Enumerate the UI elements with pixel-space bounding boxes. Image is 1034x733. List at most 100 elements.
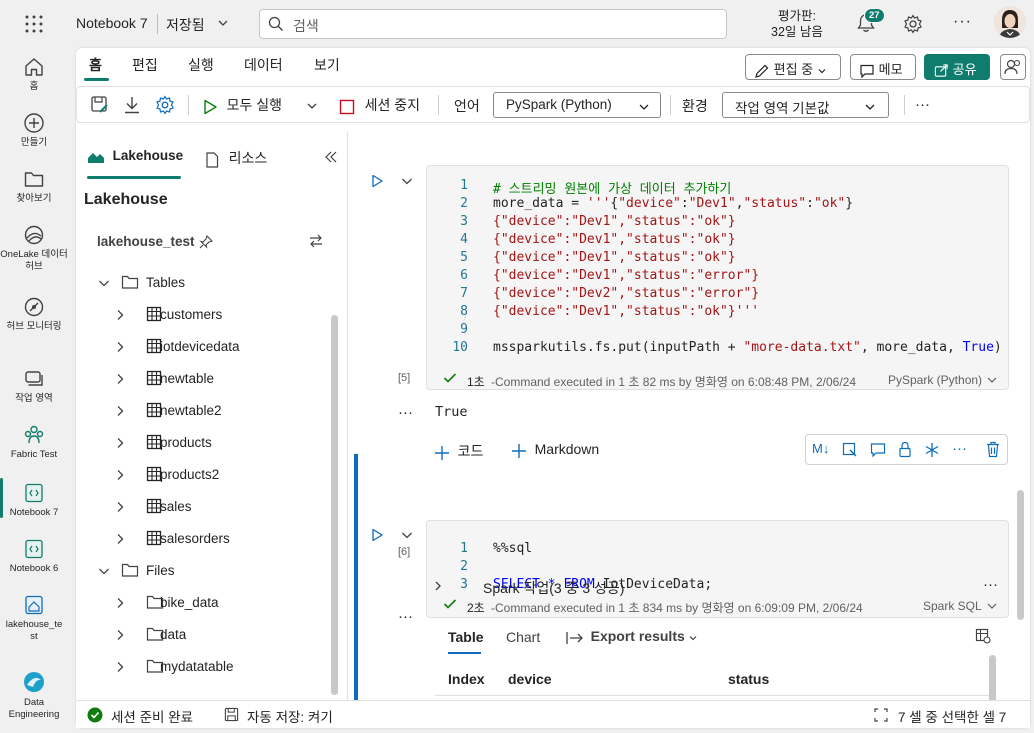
settings-gear-icon[interactable] — [155, 95, 175, 115]
markdown-toggle-icon[interactable]: M↓ — [812, 441, 829, 456]
tree-table-item[interactable]: customers — [76, 304, 326, 326]
add-markdown-cell-button[interactable]: Markdown — [511, 441, 599, 459]
delete-icon[interactable] — [986, 441, 1000, 458]
cell-language[interactable]: PySpark (Python) — [888, 373, 982, 387]
tab-view[interactable]: 보기 — [314, 55, 340, 75]
notebook-title[interactable]: Notebook 7 — [76, 15, 148, 31]
search-box[interactable]: 검색 — [259, 9, 727, 39]
more-options-icon[interactable]: ··· — [983, 576, 998, 593]
saved-status[interactable]: 저장됨 — [166, 15, 205, 35]
output-more-icon[interactable]: ··· — [398, 608, 413, 625]
autosave-status[interactable]: 자동 저장: 켜기 — [247, 706, 333, 726]
tree-folder-label: Files — [146, 563, 175, 578]
rail-item-notebook-7[interactable]: Notebook 7 — [0, 482, 68, 519]
export-results-button[interactable]: Export results — [566, 628, 698, 645]
chevron-down-icon[interactable] — [400, 528, 414, 542]
more-options-icon[interactable]: ··· — [915, 96, 930, 113]
download-icon[interactable] — [122, 95, 142, 115]
output-more-icon[interactable]: ··· — [398, 404, 413, 421]
rail-item-label: Notebook 6 — [9, 563, 59, 574]
code-cell-1[interactable]: 1 # 스트리밍 원본에 가상 데이터 추가하기 2 more_data = '''{… — [426, 165, 1009, 390]
tab-edit[interactable]: 편집 — [132, 55, 158, 75]
more-options-icon[interactable]: ··· — [953, 13, 972, 31]
more-options-icon[interactable]: ··· — [952, 440, 967, 457]
rail-item-fabric-test[interactable]: Fabric Test — [0, 424, 68, 461]
chevron-down-icon[interactable] — [400, 174, 414, 188]
chevron-right-icon[interactable] — [432, 580, 444, 592]
tree-table-item[interactable]: products — [76, 432, 326, 454]
notebook-scrollbar[interactable] — [1017, 490, 1024, 620]
stop-session-button[interactable]: 세션 중지 — [339, 95, 420, 117]
rail-item-onelake[interactable]: OneLake 데이터 허브 — [0, 224, 68, 273]
column-header-index[interactable]: Index — [448, 671, 485, 687]
column-header-status[interactable]: status — [728, 671, 769, 687]
code-cell-2[interactable]: 1 %%sql 2 3 SELECT * FROM IotDeviceData; 2초 … — [426, 520, 1009, 618]
tree-folder-item[interactable]: data — [76, 624, 326, 646]
tree-table-item[interactable]: newtable2 — [76, 400, 326, 422]
lock-icon[interactable] — [898, 441, 912, 458]
tab-lakehouse[interactable]: Lakehouse — [87, 148, 183, 165]
collaborators-button[interactable] — [1000, 54, 1026, 80]
rail-item-notebook-6[interactable]: Notebook 6 — [0, 538, 68, 575]
folder-name: mydatatable — [160, 659, 234, 674]
pin-icon[interactable] — [199, 235, 213, 249]
chevron-down-icon[interactable] — [986, 374, 998, 386]
environment-dropdown[interactable]: 작업 영역 기본값 — [722, 92, 889, 118]
tree-table-item[interactable]: newtable — [76, 368, 326, 390]
results-tab-table[interactable]: Table — [448, 629, 484, 645]
run-all-button[interactable]: 모두 실행 — [201, 95, 282, 117]
memo-button[interactable]: 메모 — [850, 54, 916, 80]
column-header-device[interactable]: device — [508, 671, 552, 687]
chevron-down-icon[interactable] — [217, 17, 229, 29]
tree-table-item[interactable]: iotdevicedata — [76, 336, 326, 358]
tree-table-item[interactable]: sales — [76, 496, 326, 518]
toolbar-divider — [670, 95, 671, 115]
cell-language[interactable]: Spark SQL — [923, 599, 982, 613]
tree-folder-files[interactable]: Files — [76, 560, 326, 582]
rail-item-data-engineering[interactable]: Data Engineering — [0, 670, 68, 721]
tab-home[interactable]: 홈 — [89, 55, 102, 75]
save-settings-icon[interactable] — [90, 95, 110, 115]
chevron-down-icon[interactable] — [306, 100, 318, 112]
language-dropdown[interactable]: PySpark (Python) — [493, 92, 661, 118]
freeze-icon[interactable] — [924, 442, 940, 458]
settings-gear-icon[interactable] — [903, 14, 923, 34]
results-tab-chart[interactable]: Chart — [506, 629, 540, 645]
lakehouse-name[interactable]: lakehouse_test — [97, 234, 195, 249]
session-status[interactable]: 세션 준비 완료 — [111, 706, 193, 726]
table-settings-icon[interactable] — [975, 628, 991, 644]
code-text: {"device":"Dev2","status":"error"} — [493, 286, 760, 301]
explorer-scrollbar[interactable] — [331, 315, 338, 695]
tab-resources[interactable]: 리소스 — [205, 148, 267, 168]
tree-folder-item[interactable]: mydatatable — [76, 656, 326, 678]
tree-table-item[interactable]: salesorders — [76, 528, 326, 550]
collapse-panel-icon[interactable] — [325, 151, 337, 163]
share-button[interactable]: 공유 — [924, 54, 990, 80]
tree-folder-item[interactable]: bike_data — [76, 592, 326, 614]
run-cell-icon[interactable] — [370, 528, 384, 542]
tree-table-item[interactable]: products2 — [76, 464, 326, 486]
exec-duration: 2초 — [467, 601, 485, 615]
spark-jobs-summary[interactable]: Spark 작업(3 중 3 성공) — [483, 578, 624, 598]
tree-folder-tables[interactable]: Tables — [76, 272, 326, 294]
user-avatar[interactable] — [994, 6, 1026, 38]
rail-item-monitor[interactable]: 허브 모니터링 — [0, 296, 68, 333]
results-scrollbar[interactable] — [989, 655, 996, 703]
chevron-right-icon — [117, 662, 124, 672]
app-launcher-icon[interactable] — [24, 14, 44, 34]
edit-mode-button[interactable]: 편집 중 — [745, 54, 841, 80]
rail-item-browse[interactable]: 찾아보기 — [0, 168, 68, 205]
tab-data[interactable]: 데이터 — [244, 55, 283, 75]
rail-item-workspaces[interactable]: 작업 영역 — [0, 368, 68, 405]
switch-lakehouse-icon[interactable] — [308, 234, 324, 248]
rail-item-create[interactable]: 만들기 — [0, 112, 68, 149]
run-cell-icon[interactable] — [370, 174, 384, 188]
tab-run[interactable]: 실행 — [188, 55, 214, 75]
add-code-cell-button[interactable]: 코드 — [434, 441, 483, 461]
comment-icon[interactable] — [870, 442, 886, 458]
convert-cell-icon[interactable] — [842, 442, 858, 458]
rail-item-home[interactable]: 홈 — [0, 56, 68, 93]
trial-info[interactable]: 평가판: 32일 남음 — [771, 8, 823, 40]
chevron-down-icon[interactable] — [986, 600, 998, 612]
rail-item-lakehouse-test[interactable]: lakehouse_test — [0, 594, 68, 643]
